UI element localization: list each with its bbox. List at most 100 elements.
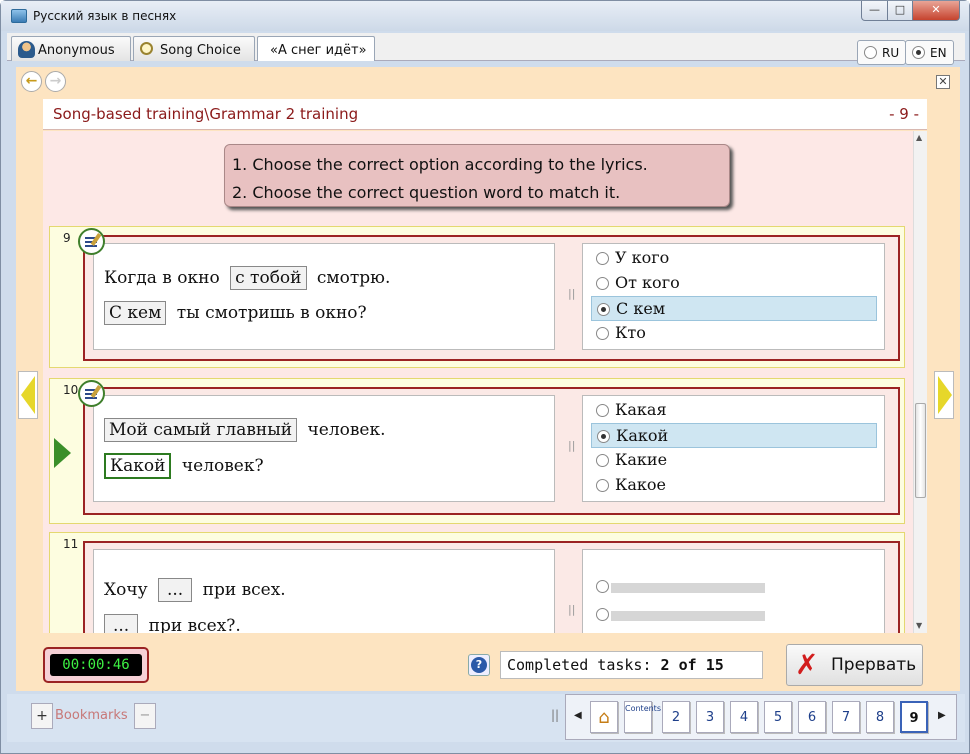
help-button[interactable]: ? bbox=[468, 654, 490, 676]
sentence-text: при всех?. bbox=[148, 616, 241, 633]
tab-label: Song Choice bbox=[160, 43, 241, 58]
contents-label: Contents bbox=[625, 704, 661, 713]
radio-icon[interactable] bbox=[596, 608, 609, 621]
splitter-handle[interactable]: || bbox=[568, 603, 575, 616]
page-button[interactable]: 5 bbox=[764, 701, 792, 733]
search-icon bbox=[140, 42, 153, 55]
splitter-handle[interactable]: || bbox=[568, 287, 575, 300]
tab-anonymous[interactable]: Anonymous bbox=[11, 36, 131, 61]
close-window-button[interactable]: ✕ bbox=[912, 1, 960, 21]
abort-button[interactable]: ✗ Прервать bbox=[786, 644, 923, 686]
sentence-panel: Когда в окно с тобой смотрю. С кем ты см… bbox=[93, 243, 555, 350]
bottom-bar: + Bookmarks − || ◀ ⌂ Contents 2 3 4 5 6 … bbox=[7, 694, 965, 742]
radio-icon bbox=[864, 46, 877, 59]
edit-task-icon bbox=[78, 228, 105, 255]
back-arrow-icon[interactable]: ← bbox=[21, 71, 42, 92]
scroll-up-icon[interactable]: ▲ bbox=[916, 133, 922, 142]
option-label: Какое bbox=[615, 475, 667, 494]
radio-selected-icon bbox=[597, 430, 610, 443]
option-label: Какая bbox=[615, 400, 667, 419]
option-radio[interactable]: У кого bbox=[591, 246, 877, 271]
sentence-text: Когда в окно bbox=[104, 268, 220, 288]
minimize-button[interactable]: — bbox=[861, 1, 888, 21]
user-icon bbox=[18, 41, 35, 58]
option-radio[interactable]: Какое bbox=[591, 473, 877, 498]
task-item: 11 Хочу ... при всех. ... при всех?. || bbox=[49, 532, 905, 633]
option-label: От кого bbox=[615, 273, 680, 292]
question-box[interactable]: С кем bbox=[104, 301, 167, 325]
cross-icon: ✗ bbox=[795, 648, 819, 681]
scroll-thumb[interactable] bbox=[915, 403, 926, 498]
sentence-line: Какой человек? bbox=[104, 453, 264, 479]
language-ru-radio[interactable]: RU bbox=[857, 40, 907, 65]
splitter-handle[interactable]: || bbox=[568, 439, 575, 452]
window-title: Русский язык в песнях bbox=[33, 9, 177, 23]
radio-icon[interactable] bbox=[596, 580, 609, 593]
tab-song-title[interactable]: «А снег идёт» bbox=[257, 36, 375, 61]
radio-icon bbox=[596, 252, 609, 265]
option-placeholder bbox=[611, 611, 765, 621]
maximize-button[interactable]: □ bbox=[887, 1, 913, 21]
sentence-line: Мой самый главный человек. bbox=[104, 418, 386, 442]
option-radio[interactable]: Кто bbox=[591, 321, 877, 346]
vertical-scrollbar[interactable]: ▲ ▼ bbox=[913, 131, 927, 633]
sentence-panel: Мой самый главный человек. Какой человек… bbox=[93, 395, 555, 502]
task-item: 10 Мой самый главный человек. Какой чело… bbox=[49, 378, 905, 524]
option-radio[interactable]: Какие bbox=[591, 448, 877, 473]
options-panel bbox=[582, 549, 885, 633]
tab-song-choice[interactable]: Song Choice bbox=[133, 36, 255, 61]
completed-of: of bbox=[678, 656, 697, 674]
question-box[interactable]: Какой bbox=[104, 453, 172, 479]
page-button[interactable]: 2 bbox=[662, 701, 690, 733]
title-bar: Русский язык в песнях — □ ✕ bbox=[1, 1, 969, 31]
pager-left-arrow-icon[interactable]: ◀ bbox=[574, 710, 582, 721]
sentence-text: Хочу bbox=[104, 580, 148, 600]
radio-selected-icon bbox=[912, 46, 925, 59]
contents-button[interactable]: Contents bbox=[624, 701, 661, 733]
instructions: 1. Choose the correct option according t… bbox=[224, 144, 730, 207]
page-button[interactable]: 3 bbox=[696, 701, 724, 733]
scroll-down-icon[interactable]: ▼ bbox=[916, 621, 922, 630]
instruction-line: 2. Choose the correct question word to m… bbox=[232, 183, 621, 202]
option-radio[interactable]: От кого bbox=[591, 271, 877, 296]
option-label: С кем bbox=[616, 299, 666, 318]
page-button[interactable]: 6 bbox=[798, 701, 826, 733]
tasks-scroll-area[interactable]: 1. Choose the correct option according t… bbox=[43, 131, 927, 633]
task-item: 9 Когда в окно с тобой смотрю. С кем ты … bbox=[49, 226, 905, 368]
task-body: Хочу ... при всех. ... при всех?. || bbox=[83, 541, 900, 633]
instruction-line: 1. Choose the correct option according t… bbox=[232, 155, 648, 174]
completed-total: 15 bbox=[705, 656, 724, 674]
add-bookmark-button[interactable]: + bbox=[31, 703, 53, 729]
close-exercise-button[interactable]: ✕ bbox=[936, 75, 950, 89]
timer: 00:00:46 bbox=[43, 647, 149, 683]
option-radio-selected[interactable]: С кем bbox=[591, 296, 877, 321]
option-placeholder bbox=[611, 583, 765, 593]
home-icon[interactable]: ⌂ bbox=[590, 701, 618, 733]
language-label: EN bbox=[930, 46, 947, 60]
pager-right-arrow-icon[interactable]: ▶ bbox=[938, 710, 946, 721]
page-button-current[interactable]: 9 bbox=[900, 701, 928, 733]
sentence-text: человек. bbox=[307, 420, 386, 440]
answer-box[interactable]: Мой самый главный bbox=[104, 418, 298, 442]
radio-icon bbox=[596, 327, 609, 340]
option-radio[interactable]: Какая bbox=[591, 398, 877, 423]
previous-page-button[interactable] bbox=[18, 371, 38, 419]
answer-box[interactable]: с тобой bbox=[230, 266, 307, 290]
option-label: У кого bbox=[615, 248, 670, 267]
page-button[interactable]: 4 bbox=[730, 701, 758, 733]
page-button[interactable]: 8 bbox=[866, 701, 894, 733]
help-icon: ? bbox=[471, 657, 487, 673]
splitter-handle[interactable]: || bbox=[551, 708, 559, 722]
answer-box[interactable]: ... bbox=[158, 578, 193, 602]
timer-value: 00:00:46 bbox=[50, 654, 142, 676]
page-button[interactable]: 7 bbox=[832, 701, 860, 733]
language-en-radio[interactable]: EN bbox=[905, 40, 954, 65]
question-box[interactable]: ... bbox=[104, 614, 139, 633]
forward-arrow-icon[interactable]: → bbox=[45, 71, 66, 92]
completed-label: Completed tasks: bbox=[507, 656, 652, 674]
sentence-text: смотрю. bbox=[316, 268, 391, 288]
option-label: Какие bbox=[615, 450, 668, 469]
remove-bookmark-button[interactable]: − bbox=[134, 703, 156, 729]
next-page-button[interactable] bbox=[934, 371, 954, 419]
option-radio-selected[interactable]: Какой bbox=[591, 423, 877, 448]
